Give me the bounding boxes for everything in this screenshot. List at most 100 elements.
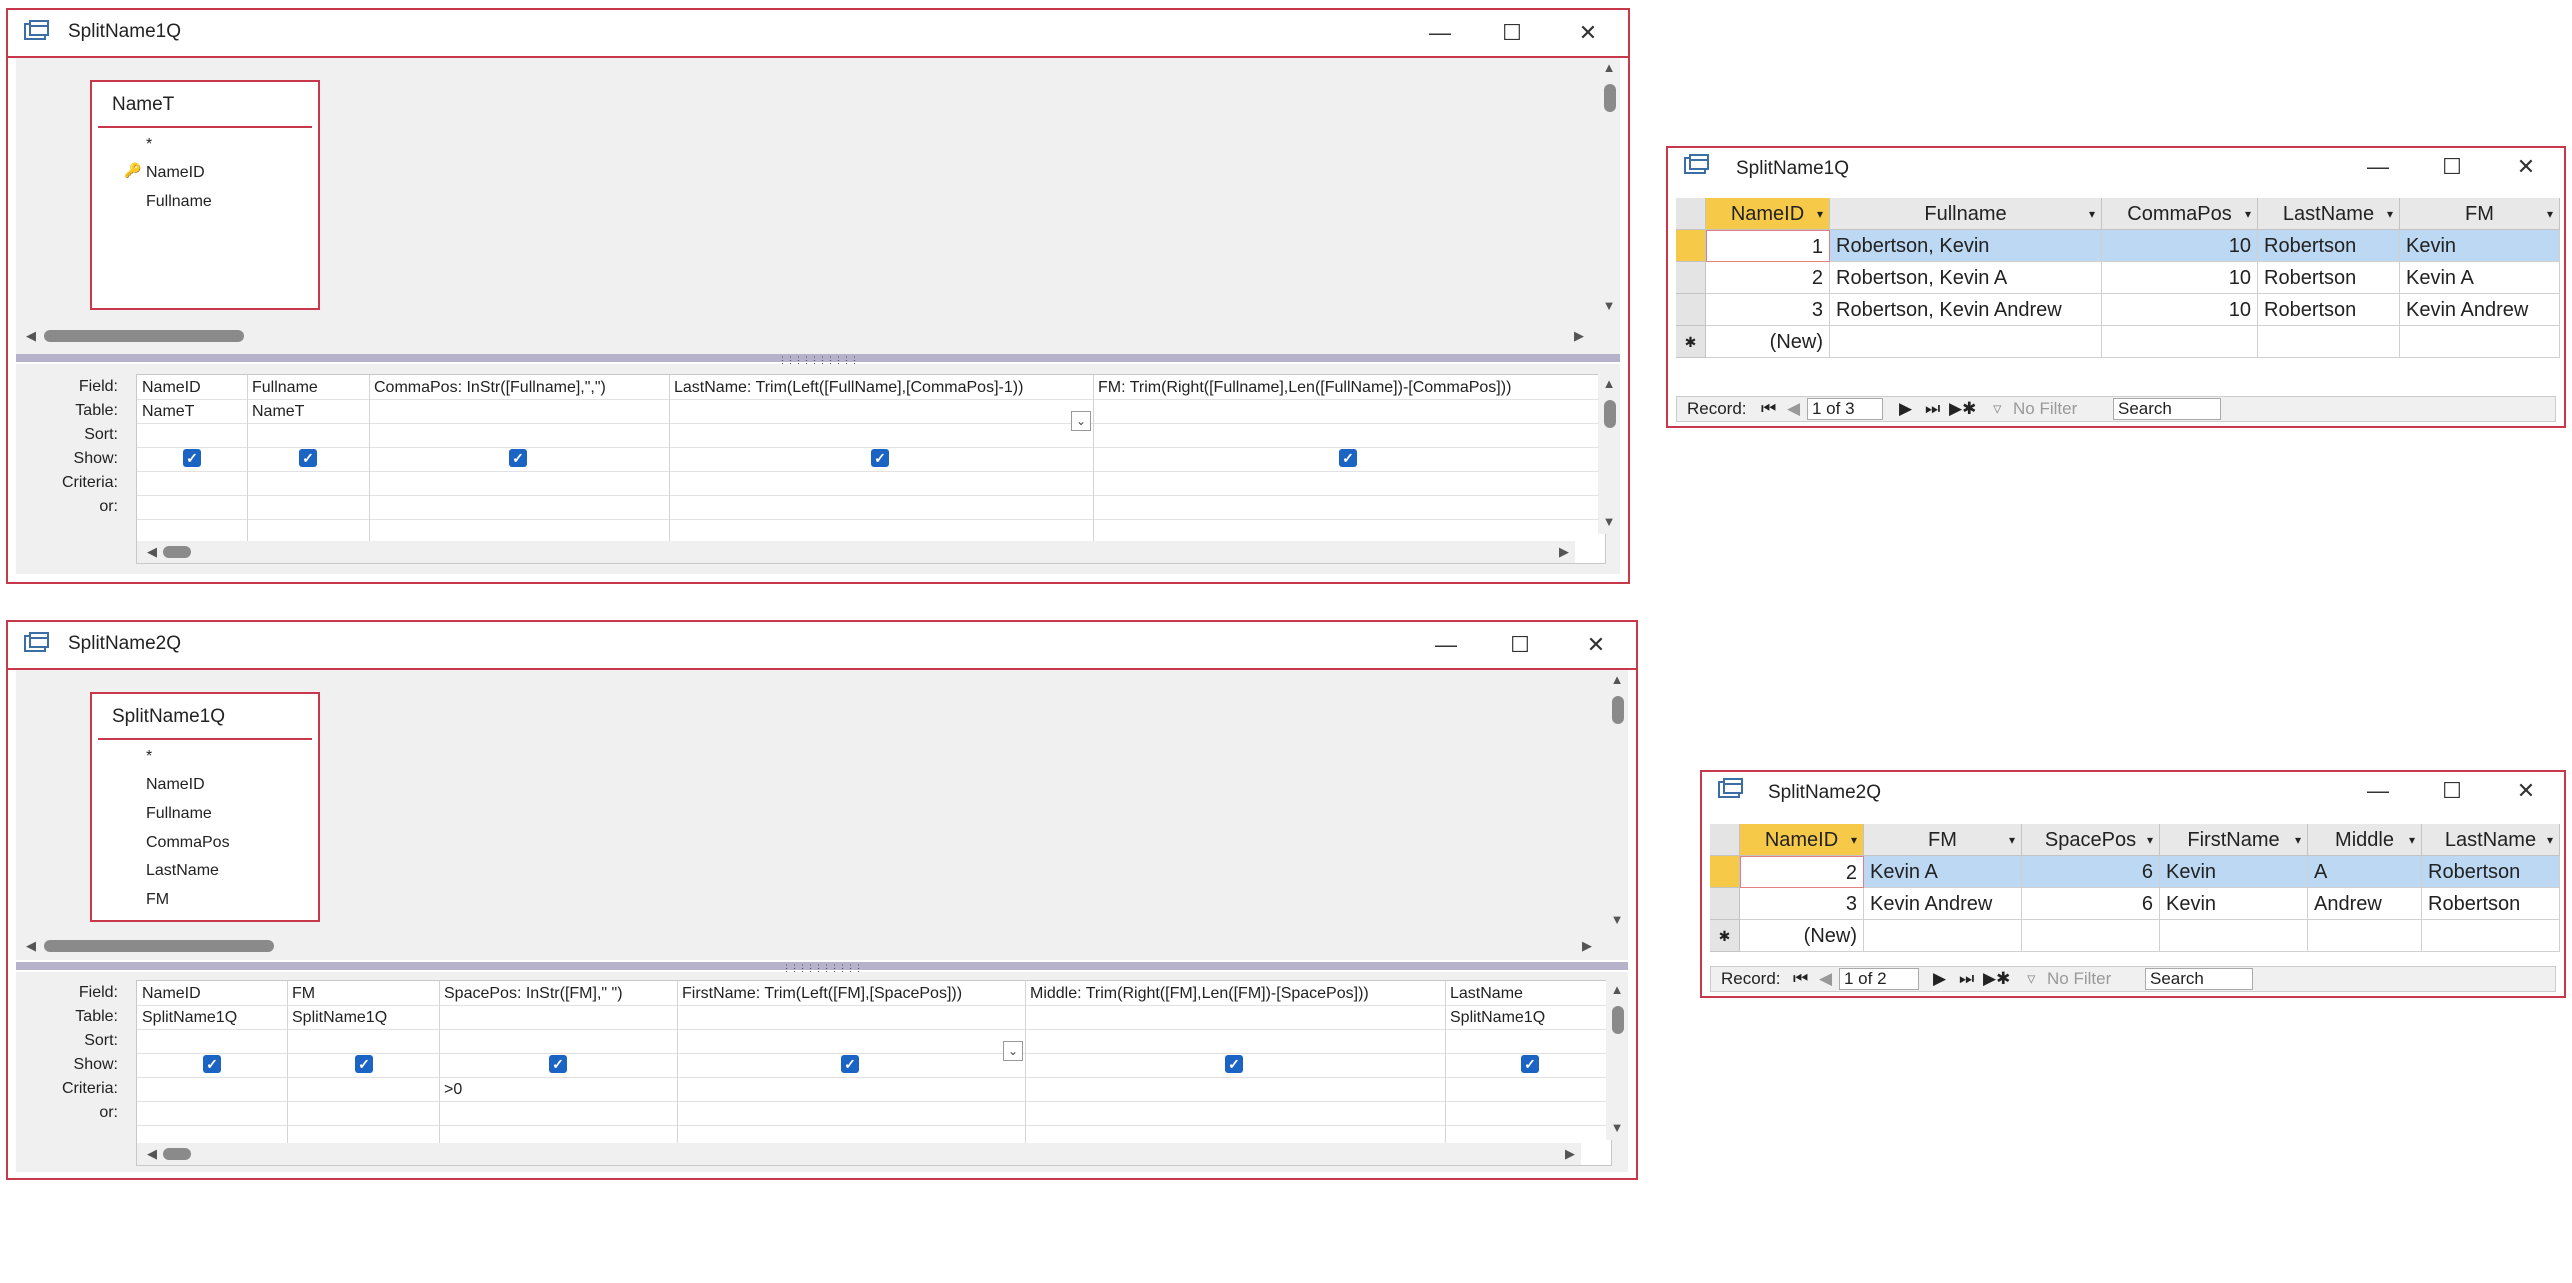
data-cell[interactable]: Robertson bbox=[2258, 262, 2400, 294]
data-cell[interactable]: 6 bbox=[2022, 888, 2160, 920]
scroll-thumb[interactable] bbox=[1604, 400, 1616, 428]
scroll-thumb[interactable] bbox=[44, 330, 244, 342]
grid-column[interactable]: NameID SplitName1Q ✓ bbox=[137, 981, 288, 1165]
title-bar[interactable]: SplitName1Q — ☐ ✕ bbox=[8, 10, 1628, 58]
table-cell[interactable]: SplitName1Q bbox=[1450, 1009, 1545, 1027]
grid-column[interactable]: FirstName: Trim(Left([FM],[SpacePos])) ⌄… bbox=[677, 981, 1026, 1165]
scroll-thumb[interactable] bbox=[1604, 84, 1616, 112]
scroll-left-icon[interactable]: ◀ bbox=[20, 938, 42, 954]
data-cell[interactable]: Robertson bbox=[2422, 888, 2560, 920]
scroll-left-icon[interactable]: ◀ bbox=[141, 1146, 163, 1162]
scroll-thumb[interactable] bbox=[44, 940, 274, 952]
vertical-scrollbar[interactable]: ▲ ▼ bbox=[1606, 670, 1628, 932]
show-checkbox[interactable]: ✓ bbox=[509, 449, 527, 467]
dropdown-icon[interactable]: ▾ bbox=[2547, 198, 2553, 229]
title-bar[interactable]: SplitName2Q — ☐ ✕ bbox=[1702, 772, 2564, 808]
record-selector[interactable] bbox=[1710, 856, 1740, 888]
field-cell[interactable]: LastName bbox=[1450, 985, 1523, 1003]
field-cell[interactable]: Middle: Trim(Right([FM],Len([FM])-[Space… bbox=[1030, 985, 1369, 1003]
new-record-icon[interactable]: ✱ bbox=[1676, 326, 1706, 358]
table-row[interactable]: 3 Kevin Andrew 6 Kevin Andrew Robertson bbox=[1710, 888, 2560, 920]
grid-column[interactable]: Fullname NameT ✓ bbox=[247, 375, 370, 563]
field-cell[interactable]: Fullname bbox=[252, 379, 318, 397]
grid-column[interactable]: SpacePos: InStr([FM]," ") ✓ >0 bbox=[439, 981, 678, 1165]
data-cell[interactable]: Kevin Andrew bbox=[2400, 294, 2560, 326]
next-record-icon[interactable]: ▶ bbox=[1933, 969, 1946, 989]
field-cell[interactable]: LastName: Trim(Left([FullName],[CommaPos… bbox=[674, 379, 1023, 397]
search-input[interactable]: Search bbox=[2113, 398, 2221, 420]
pane-splitter[interactable]: ⋮⋮⋮⋮⋮⋮⋮⋮⋮⋮ bbox=[16, 354, 1620, 365]
data-cell[interactable]: 3 bbox=[1740, 888, 1864, 920]
scroll-thumb[interactable] bbox=[1612, 696, 1624, 724]
column-header[interactable]: Fullname ▾ bbox=[1830, 198, 2102, 230]
data-cell[interactable]: 1 bbox=[1706, 230, 1830, 262]
grid-column[interactable]: CommaPos: InStr([Fullname],",") ✓ bbox=[369, 375, 670, 563]
table-cell[interactable]: SplitName1Q bbox=[292, 1009, 387, 1027]
data-cell[interactable]: 2 bbox=[1706, 262, 1830, 294]
column-header[interactable]: LastName ▾ bbox=[2422, 824, 2560, 856]
maximize-icon[interactable]: ☐ bbox=[1492, 16, 1532, 50]
grid-column[interactable]: Middle: Trim(Right([FM],Len([FM])-[Space… bbox=[1025, 981, 1446, 1165]
last-record-icon[interactable]: ⏭ bbox=[1959, 969, 1974, 989]
data-cell[interactable] bbox=[1830, 326, 2102, 358]
record-selector[interactable] bbox=[1710, 888, 1740, 920]
table-dropdown-icon[interactable]: ⌄ bbox=[1003, 1041, 1023, 1061]
filter-icon[interactable]: ▿ bbox=[1993, 399, 2002, 419]
minimize-icon[interactable]: — bbox=[2358, 774, 2398, 808]
record-selector[interactable] bbox=[1676, 230, 1706, 262]
field-cell[interactable]: NameID bbox=[142, 985, 201, 1003]
vertical-scrollbar[interactable]: ▲ ▼ bbox=[1598, 58, 1620, 318]
dropdown-icon[interactable]: ▾ bbox=[2147, 824, 2153, 855]
table-dropdown-icon[interactable]: ⌄ bbox=[1071, 411, 1091, 431]
prev-record-icon[interactable]: ◀ bbox=[1819, 969, 1832, 989]
maximize-icon[interactable]: ☐ bbox=[1500, 628, 1540, 662]
data-cell[interactable]: 10 bbox=[2102, 262, 2258, 294]
new-record-nav-icon[interactable]: ▶✱ bbox=[1983, 969, 2010, 989]
table-row[interactable]: 2 Kevin A 6 Kevin A Robertson bbox=[1710, 856, 2560, 888]
column-header[interactable]: FM ▾ bbox=[2400, 198, 2560, 230]
data-cell[interactable]: 6 bbox=[2022, 856, 2160, 888]
data-cell[interactable]: 2 bbox=[1740, 856, 1864, 888]
record-selector[interactable] bbox=[1676, 294, 1706, 326]
scroll-left-icon[interactable]: ◀ bbox=[141, 544, 163, 560]
grid-vertical-scrollbar[interactable]: ▲ ▼ bbox=[1598, 374, 1620, 534]
field-list-item[interactable]: LastName bbox=[146, 860, 219, 882]
grid-horizontal-scrollbar[interactable]: ◀ ▶ bbox=[137, 541, 1575, 563]
grid-column[interactable]: FM: Trim(Right([Fullname],Len([FullName]… bbox=[1093, 375, 1605, 563]
pane-splitter[interactable]: ⋮⋮⋮⋮⋮⋮⋮⋮⋮⋮ bbox=[16, 962, 1628, 973]
data-cell[interactable]: Robertson, Kevin A bbox=[1830, 262, 2102, 294]
dropdown-icon[interactable]: ▾ bbox=[2547, 824, 2553, 855]
data-cell[interactable]: Robertson, Kevin bbox=[1830, 230, 2102, 262]
dropdown-icon[interactable]: ▾ bbox=[2387, 198, 2393, 229]
data-cell[interactable] bbox=[2400, 326, 2560, 358]
scroll-right-icon[interactable]: ▶ bbox=[1553, 544, 1575, 560]
data-cell[interactable]: Kevin A bbox=[1864, 856, 2022, 888]
column-header[interactable]: NameID ▾ bbox=[1740, 824, 1864, 856]
search-input[interactable]: Search bbox=[2145, 968, 2253, 990]
grid-column[interactable]: LastName SplitName1Q ✓ bbox=[1445, 981, 1611, 1165]
minimize-icon[interactable]: — bbox=[1426, 628, 1466, 662]
field-list-item[interactable]: Fullname bbox=[146, 803, 212, 825]
title-bar[interactable]: SplitName1Q — ☐ ✕ bbox=[1668, 148, 2564, 184]
minimize-icon[interactable]: — bbox=[2358, 150, 2398, 184]
grid-column[interactable]: NameID NameT ✓ bbox=[137, 375, 248, 563]
field-cell[interactable]: FM: Trim(Right([Fullname],Len([FullName]… bbox=[1098, 379, 1511, 397]
close-icon[interactable]: ✕ bbox=[1568, 16, 1608, 50]
data-cell[interactable] bbox=[2102, 326, 2258, 358]
data-cell[interactable]: Kevin bbox=[2160, 856, 2308, 888]
show-checkbox[interactable]: ✓ bbox=[355, 1055, 373, 1073]
close-icon[interactable]: ✕ bbox=[2506, 150, 2546, 184]
grid-column[interactable]: LastName: Trim(Left([FullName],[CommaPos… bbox=[669, 375, 1094, 563]
field-list-item[interactable]: NameID bbox=[146, 774, 205, 796]
close-icon[interactable]: ✕ bbox=[2506, 774, 2546, 808]
scroll-down-icon[interactable]: ▼ bbox=[1598, 514, 1620, 529]
show-checkbox[interactable]: ✓ bbox=[871, 449, 889, 467]
record-selector[interactable] bbox=[1676, 262, 1706, 294]
table-box-splitname1q[interactable]: SplitName1Q * NameID Fullname CommaPos L… bbox=[90, 692, 320, 922]
maximize-icon[interactable]: ☐ bbox=[2432, 774, 2472, 808]
first-record-icon[interactable]: ⏮ bbox=[1793, 969, 1808, 989]
grid-horizontal-scrollbar[interactable]: ◀ ▶ bbox=[137, 1143, 1581, 1165]
scroll-down-icon[interactable]: ▼ bbox=[1598, 298, 1620, 313]
filter-icon[interactable]: ▿ bbox=[2027, 969, 2036, 989]
new-record-icon[interactable]: ✱ bbox=[1710, 920, 1740, 952]
